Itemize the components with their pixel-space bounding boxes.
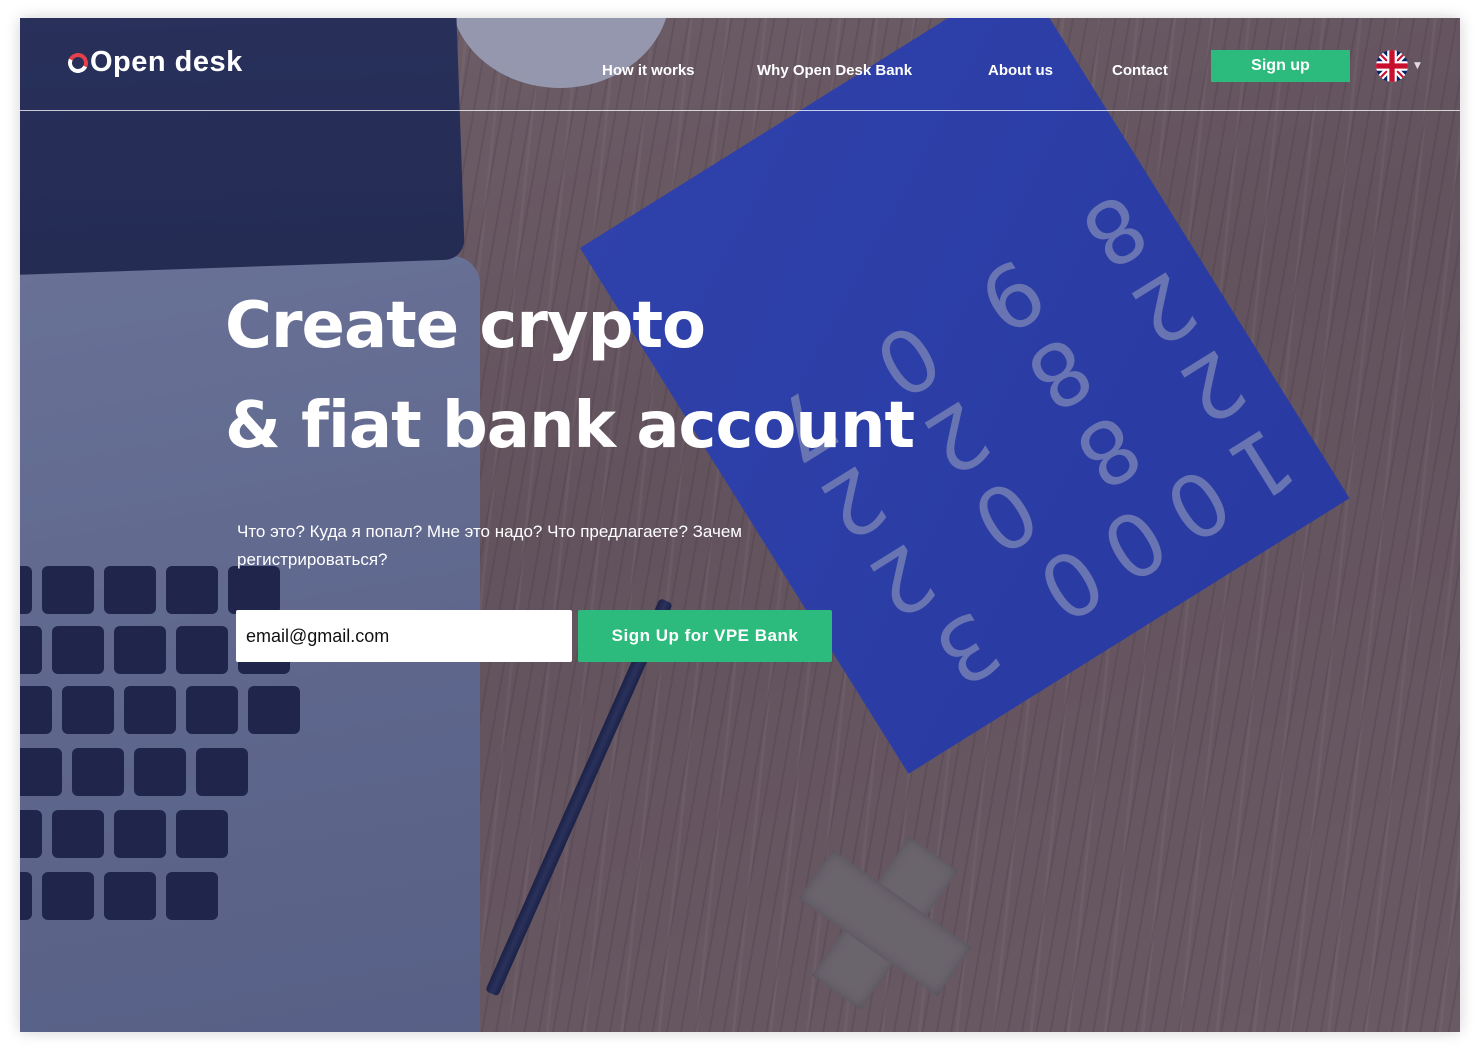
site-header: Open desk How it works Why Open Desk Ban…: [20, 18, 1460, 111]
email-input[interactable]: [236, 610, 572, 662]
caret-down-icon: ▼: [1414, 61, 1421, 71]
uk-flag-icon: [1376, 50, 1408, 82]
hero-title-line-1: Create crypto: [225, 289, 706, 363]
nav-why-open-desk-bank[interactable]: Why Open Desk Bank: [757, 62, 912, 79]
landing-page: 1000 3 2 8 0 2 2 8 2 2 8 9 0 7 Open desk…: [20, 18, 1460, 1032]
sign-up-button[interactable]: Sign up: [1211, 50, 1350, 82]
logo[interactable]: Open desk: [65, 46, 243, 79]
hero-title-line-2: & fiat bank account: [225, 389, 915, 463]
sign-up-for-vpe-bank-button[interactable]: Sign Up for VPE Bank: [578, 610, 832, 662]
logo-mark-icon: [65, 49, 91, 76]
nav-about-us[interactable]: About us: [988, 62, 1053, 79]
hero-subtitle: Что это? Куда я попал? Мне это надо? Что…: [237, 522, 742, 569]
language-selector[interactable]: ▼: [1376, 50, 1421, 82]
nav-contact[interactable]: Contact: [1112, 62, 1168, 79]
hero-title: Create crypto & fiat bank account: [225, 276, 915, 476]
logo-text: Open desk: [90, 46, 243, 78]
nav-how-it-works[interactable]: How it works: [602, 62, 695, 79]
